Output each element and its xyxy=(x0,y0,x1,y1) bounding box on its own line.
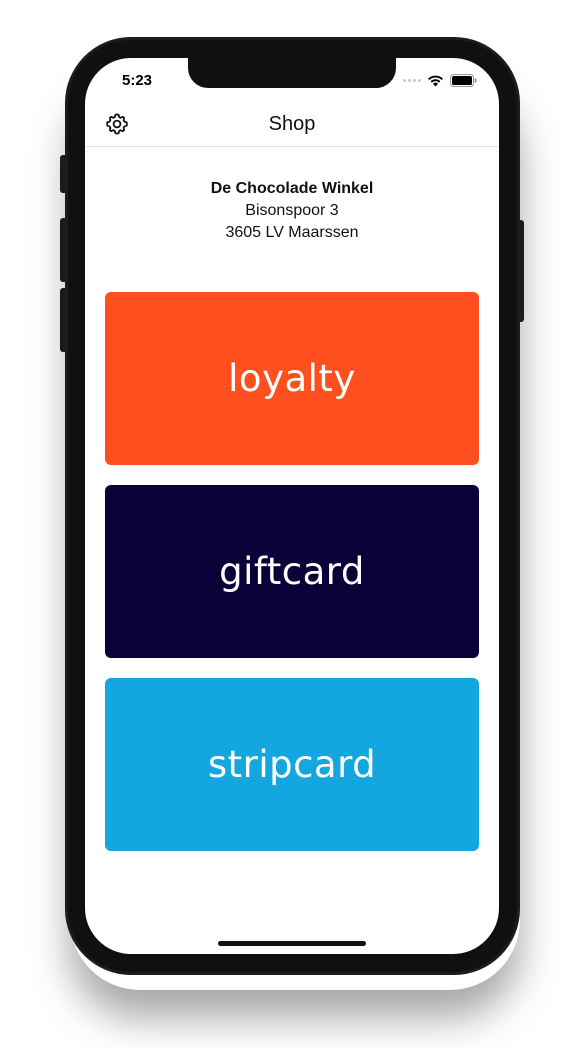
loyalty-card-label: loyalty xyxy=(228,357,356,400)
shop-address-line2: 3605 LV Maarssen xyxy=(225,224,359,241)
giftcard-card-label: giftcard xyxy=(219,550,365,593)
loyalty-card-button[interactable]: loyalty xyxy=(105,292,479,465)
notch xyxy=(188,58,396,88)
app-screen: 5:23 Shop De Chocolade Winkel Bisonspoor… xyxy=(85,58,499,954)
home-indicator[interactable] xyxy=(218,941,366,946)
giftcard-card-button[interactable]: giftcard xyxy=(105,485,479,658)
stripcard-card-button[interactable]: stripcard xyxy=(105,678,479,851)
wifi-icon xyxy=(428,75,443,86)
cellular-signal-icon xyxy=(403,78,421,82)
shop-name: De Chocolade Winkel xyxy=(210,180,374,197)
status-icons xyxy=(403,73,477,87)
navigation-bar: Shop xyxy=(85,102,499,147)
status-time: 5:23 xyxy=(122,72,153,89)
stripcard-card-label: stripcard xyxy=(207,743,377,786)
page-title: Shop xyxy=(268,113,316,135)
device-mockup: 5:23 Shop De Chocolade Winkel Bisonspoor… xyxy=(0,0,584,1048)
shop-info: De Chocolade Winkel Bisonspoor 3 3605 LV… xyxy=(85,178,499,244)
shop-address-line1: Bisonspoor 3 xyxy=(245,202,339,219)
battery-icon xyxy=(450,73,477,87)
phone-frame: 5:23 Shop De Chocolade Winkel Bisonspoor… xyxy=(65,37,520,975)
